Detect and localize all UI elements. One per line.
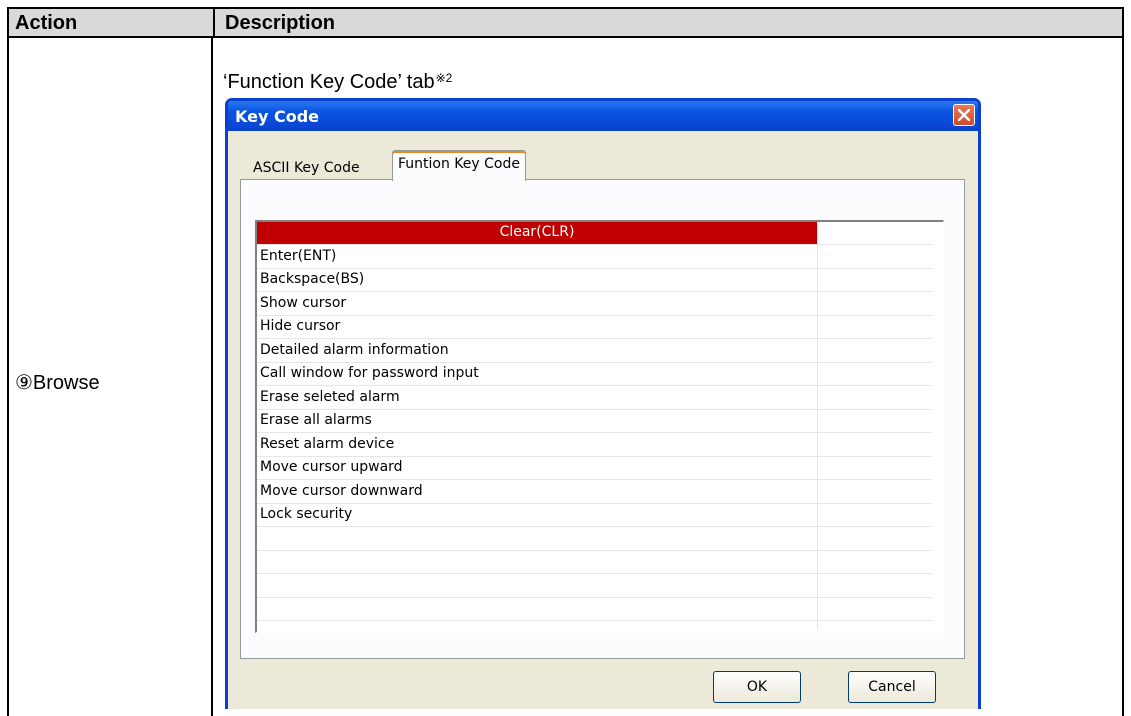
close-button[interactable] bbox=[953, 104, 975, 126]
list-item[interactable]: Move cursor downward bbox=[257, 481, 932, 504]
list-item-label: Reset alarm device bbox=[260, 435, 395, 452]
list-item-label: Move cursor downward bbox=[260, 482, 423, 499]
header-action: Action bbox=[15, 12, 78, 34]
list-item-label: Move cursor upward bbox=[260, 459, 403, 475]
list-item[interactable]: Hide cursor bbox=[257, 316, 932, 339]
close-icon bbox=[958, 109, 970, 121]
table-border-middle bbox=[211, 36, 213, 716]
list-item-label: Backspace(BS) bbox=[260, 271, 365, 287]
list-item[interactable]: Erase all alarms bbox=[257, 410, 932, 433]
list-item[interactable]: Detailed alarm information bbox=[257, 340, 932, 363]
dialog-titlebar[interactable]: Key Code bbox=[228, 101, 978, 131]
tab-ascii-key-code[interactable]: ASCII Key Code bbox=[248, 155, 365, 181]
list-item[interactable]: Call window for password input bbox=[257, 363, 932, 386]
list-item[interactable]: Erase seleted alarm bbox=[257, 387, 932, 410]
list-item[interactable] bbox=[257, 528, 932, 551]
tab-function-key-code[interactable]: Funtion Key Code bbox=[392, 150, 526, 181]
header-divider bbox=[213, 9, 215, 36]
description-caption: ‘Function Key Code’ tab※2 bbox=[223, 71, 452, 94]
list-item[interactable] bbox=[257, 551, 932, 574]
table-border-left bbox=[7, 36, 9, 716]
cancel-button[interactable]: Cancel bbox=[848, 671, 936, 703]
ok-button[interactable]: OK bbox=[713, 671, 801, 703]
list-item[interactable]: Enter(ENT) bbox=[257, 246, 932, 269]
key-code-dialog: Key Code ASCII Key Code Funtion Key Code… bbox=[225, 98, 981, 709]
list-item-label: Erase all alarms bbox=[260, 412, 372, 428]
list-item-label: Show cursor bbox=[260, 294, 347, 311]
caption-text: ‘Function Key Code’ tab bbox=[223, 71, 435, 93]
list-item[interactable] bbox=[257, 598, 932, 621]
function-key-list[interactable]: Clear(CLR) Enter(ENT) Backspace(BS) Show cu… bbox=[255, 220, 944, 633]
list-item[interactable]: Move cursor upward bbox=[257, 457, 932, 480]
list-item-label: Detailed alarm information bbox=[260, 341, 449, 358]
list-item-label: Erase seleted alarm bbox=[260, 388, 400, 405]
table-border-right bbox=[1122, 36, 1124, 716]
list-item[interactable] bbox=[257, 575, 932, 598]
list-item[interactable]: Backspace(BS) bbox=[257, 269, 932, 292]
list-item-label: Clear(CLR) bbox=[499, 224, 575, 240]
header-description: Description bbox=[225, 12, 336, 34]
list-item-label: Hide cursor bbox=[260, 318, 341, 334]
list-item-label: Lock security bbox=[260, 506, 353, 522]
action-cell-browse: ⑨Browse bbox=[15, 372, 100, 394]
list-item[interactable]: Show cursor bbox=[257, 293, 932, 316]
list-item-label: Enter(ENT) bbox=[260, 247, 337, 264]
dialog-title: Key Code bbox=[235, 107, 320, 126]
caption-note: ※2 bbox=[435, 71, 453, 85]
table-header: Action Description bbox=[7, 7, 1124, 38]
list-item[interactable]: Lock security bbox=[257, 504, 932, 527]
list-item[interactable]: Reset alarm device bbox=[257, 434, 932, 457]
list-item-label: Call window for password input bbox=[260, 365, 479, 381]
list-item[interactable]: Clear(CLR) bbox=[257, 222, 932, 245]
